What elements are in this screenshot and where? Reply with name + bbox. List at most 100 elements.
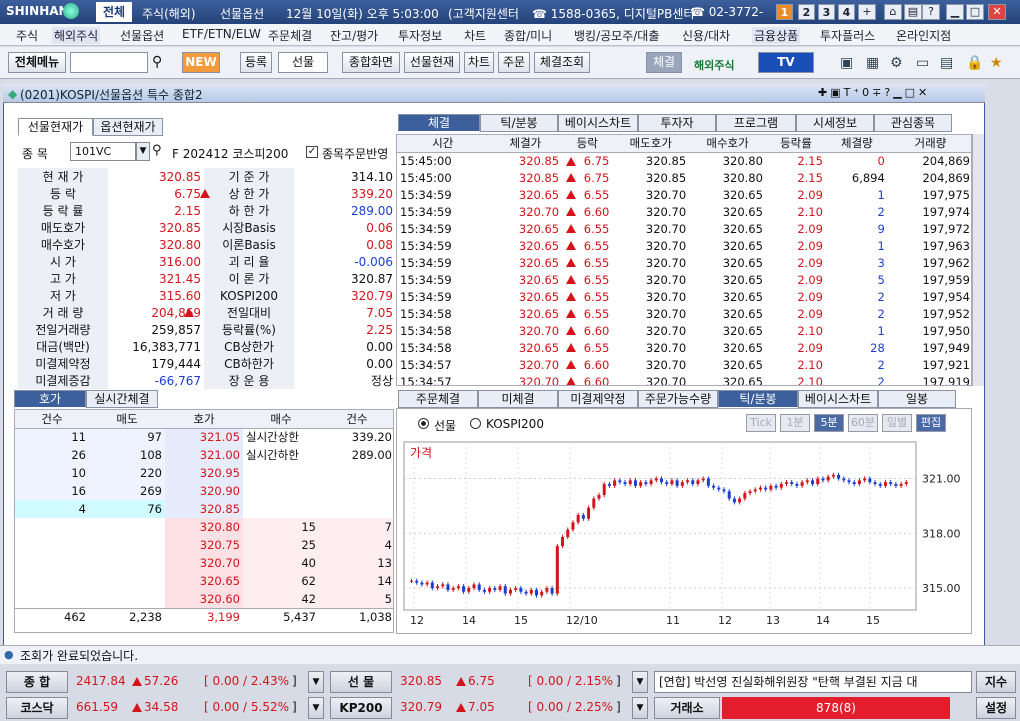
right-tab-1[interactable]: 틱/분봉: [480, 114, 558, 132]
interval-btn-3[interactable]: 60분: [848, 414, 878, 432]
top-tab-overseas[interactable]: 주식(해외): [142, 5, 196, 22]
menu-futures[interactable]: 선물옵션: [120, 27, 164, 44]
ask-row[interactable]: 4 76 320.85: [15, 500, 393, 518]
tab-option-price[interactable]: 옵션현재가: [93, 118, 163, 136]
close-icon[interactable]: ✕: [988, 4, 1006, 20]
chart-tab-0[interactable]: 주문체결: [398, 390, 478, 408]
right-tab-4[interactable]: 프로그램: [716, 114, 796, 132]
menu-balance[interactable]: 잔고/평가: [330, 27, 378, 44]
interval-btn-5[interactable]: 편집: [916, 414, 946, 432]
tab-orderbook[interactable]: 호가: [14, 390, 86, 408]
screen-1-button[interactable]: 1: [776, 4, 793, 20]
screen-2-button[interactable]: 2: [798, 4, 815, 20]
futures-radio[interactable]: [418, 418, 429, 429]
screen-4-button[interactable]: 4: [838, 4, 855, 20]
calculator-icon[interactable]: ▦: [866, 55, 879, 71]
tab-futures-price[interactable]: 선물현재가: [18, 118, 93, 136]
right-tab-6[interactable]: 관심종목: [874, 114, 952, 132]
tick-scrollbar[interactable]: [972, 134, 984, 386]
ask-row[interactable]: 10 220 320.95: [15, 464, 393, 482]
toolbar-btn-order[interactable]: 주문: [498, 52, 530, 73]
interval-btn-0[interactable]: Tick: [746, 414, 776, 432]
x-tick-label: 11: [666, 614, 680, 627]
help-icon[interactable]: ?: [922, 4, 940, 20]
search-icon[interactable]: ⚲: [152, 54, 162, 70]
bid-row[interactable]: 320.75 25 4: [15, 536, 393, 554]
settings-button[interactable]: 설정: [976, 697, 1016, 719]
menu-invest-info[interactable]: 투자정보: [398, 27, 442, 44]
chevron-down-icon[interactable]: ▼: [632, 697, 648, 719]
layout-icon[interactable]: ▤: [940, 55, 953, 71]
right-tab-0[interactable]: 체결: [398, 114, 480, 132]
add-icon[interactable]: +: [858, 4, 876, 20]
tab-all[interactable]: 전체: [96, 2, 132, 22]
home-icon[interactable]: ⌂: [884, 4, 902, 20]
code-input[interactable]: 101VC: [70, 142, 136, 161]
all-menu-button[interactable]: 전체메뉴: [8, 52, 66, 73]
news-ticker[interactable]: [연합] 박선영 진실화해위원장 "탄핵 부결된 지금 대: [654, 671, 972, 693]
chart-tab-6[interactable]: 일봉: [878, 390, 956, 408]
interval-btn-4[interactable]: 일별: [882, 414, 912, 432]
search-input[interactable]: [70, 52, 148, 73]
menu-online[interactable]: 온라인지점: [896, 27, 951, 44]
toolbar-btn-overview[interactable]: 종합화면: [342, 52, 400, 73]
toolbar-btn-futures-price[interactable]: 선물현재: [404, 52, 460, 73]
menu-etf[interactable]: ETF/ETN/ELW: [182, 27, 261, 41]
register-button[interactable]: 등록: [240, 52, 272, 73]
chevron-down-icon[interactable]: ▼: [136, 142, 150, 161]
toolbar-btn-fills[interactable]: 체결조회: [534, 52, 590, 73]
top-tab-futures[interactable]: 선물옵션: [220, 5, 264, 22]
chart-tab-3[interactable]: 주문가능수량: [638, 390, 718, 408]
menu-credit[interactable]: 신용/대차: [682, 27, 730, 44]
bid-row[interactable]: 320.60 42 5: [15, 590, 393, 608]
right-tab-3[interactable]: 투자자: [638, 114, 716, 132]
menu-order[interactable]: 주문체결: [268, 27, 312, 44]
print-icon[interactable]: ▣: [840, 55, 853, 71]
screen-3-button[interactable]: 3: [818, 4, 835, 20]
menu-stock[interactable]: 주식: [16, 27, 38, 44]
chevron-down-icon[interactable]: ▼: [632, 671, 648, 693]
table-row: 15:34:59 320.65 6.55 320.70 320.65 2.09 1 197,9…: [397, 237, 971, 254]
minimize-icon[interactable]: ▁: [946, 4, 964, 20]
gear-icon[interactable]: ⚙: [890, 55, 903, 71]
right-tab-2[interactable]: 베이시스차트: [558, 114, 638, 132]
chart-tab-4[interactable]: 틱/분봉: [718, 390, 798, 408]
toolbar-btn-chart[interactable]: 차트: [464, 52, 494, 73]
order-sync-checkbox[interactable]: ✓: [306, 146, 318, 158]
tv-button[interactable]: TV: [758, 52, 814, 73]
kospi200-radio[interactable]: [470, 418, 481, 429]
new-button[interactable]: NEW: [182, 52, 220, 73]
right-tab-5[interactable]: 시세정보: [796, 114, 874, 132]
bid-row[interactable]: 320.65 62 14: [15, 572, 393, 590]
cheg-button[interactable]: 체결: [646, 52, 682, 73]
menu-overseas[interactable]: 해외주식: [52, 27, 101, 44]
chevron-down-icon[interactable]: ▼: [308, 671, 324, 693]
lock-icon[interactable]: 🔒: [966, 55, 983, 71]
ask-row[interactable]: 11 97 321.05 실시간상한 339.20: [15, 428, 393, 446]
tab-realtime-fills[interactable]: 실시간체결: [86, 390, 158, 408]
menu-chart[interactable]: 차트: [464, 27, 486, 44]
chevron-down-icon[interactable]: ▼: [308, 697, 324, 719]
star-icon[interactable]: ★: [990, 55, 1003, 71]
ask-row[interactable]: 16 269 320.90: [15, 482, 393, 500]
window-icon[interactable]: ▭: [916, 55, 929, 71]
menu-finance[interactable]: 금융상품: [752, 27, 801, 44]
menu-plus[interactable]: 투자플러스: [820, 27, 875, 44]
menu-banking[interactable]: 뱅킹/공모주/대출: [574, 27, 659, 44]
chart-tab-2[interactable]: 미결제약정: [558, 390, 638, 408]
chart-tab-5[interactable]: 베이시스차트: [798, 390, 878, 408]
bid-row[interactable]: 320.80 15 7: [15, 518, 393, 536]
bid-row[interactable]: 320.70 40 13: [15, 554, 393, 572]
screen-select[interactable]: 선물: [278, 52, 328, 73]
maximize-icon[interactable]: □: [966, 4, 984, 20]
chart-tab-1[interactable]: 미체결: [478, 390, 558, 408]
ask-row[interactable]: 26 108 321.00 실시간하한 289.00: [15, 446, 393, 464]
interval-btn-1[interactable]: 1분: [780, 414, 810, 432]
search-icon[interactable]: ⚲: [152, 143, 162, 158]
print-icon[interactable]: ▤: [904, 4, 922, 20]
interval-btn-2[interactable]: 5분: [814, 414, 844, 432]
window-controls[interactable]: ✚▣T⁺0∓?▁□✕: [818, 86, 930, 99]
overseas-stock-link[interactable]: 해외주식: [694, 57, 734, 73]
menu-mini[interactable]: 종합/미니: [504, 27, 552, 44]
index-button[interactable]: 지수: [976, 671, 1016, 693]
